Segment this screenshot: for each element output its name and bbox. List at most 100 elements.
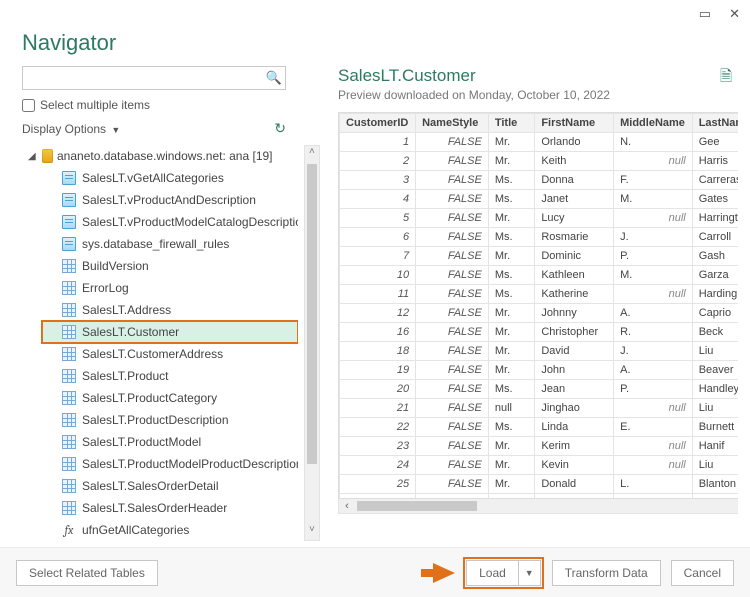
preview-panel: SalesLT.Customer Preview downloaded on M…	[320, 66, 738, 547]
cell: FALSE	[416, 285, 489, 304]
cell: 16	[340, 323, 416, 342]
disclosure-icon[interactable]: ◢	[28, 151, 38, 162]
tree-root-label: ananeto.database.windows.net: ana [19]	[57, 149, 273, 163]
scroll-thumb[interactable]	[307, 164, 317, 464]
tree-item[interactable]: fxufnGetAllCategories	[42, 519, 298, 541]
column-header[interactable]: NameStyle	[416, 114, 489, 133]
table-row[interactable]: 22FALSEMs.LindaE.Burnett	[340, 418, 739, 437]
preview-subtitle: Preview downloaded on Monday, October 10…	[338, 88, 610, 102]
cell: null	[488, 399, 534, 418]
table-row[interactable]: 10FALSEMs.KathleenM.Garza	[340, 266, 739, 285]
table-row[interactable]: 6FALSEMs.RosmarieJ.Carroll	[340, 228, 739, 247]
search-input[interactable]	[22, 66, 286, 90]
window-close-icon[interactable]: ✕	[729, 6, 740, 22]
table-row[interactable]: 19FALSEMr.JohnA.Beaver	[340, 361, 739, 380]
load-button[interactable]: Load	[466, 560, 518, 586]
cell: Donna	[535, 171, 614, 190]
transform-data-button[interactable]: Transform Data	[552, 560, 661, 586]
refresh-icon[interactable]: ↻	[274, 120, 286, 137]
table-row[interactable]: 7FALSEMr.DominicP.Gash	[340, 247, 739, 266]
load-dropdown-button[interactable]: ▼	[518, 560, 541, 586]
add-query-icon[interactable]: 🗎	[720, 66, 732, 91]
tree-item[interactable]: SalesLT.Address	[42, 299, 298, 321]
tree-item[interactable]: ErrorLog	[42, 277, 298, 299]
table-row[interactable]: 24FALSEMr.KevinnullLiu	[340, 456, 739, 475]
column-header[interactable]: FirstName	[535, 114, 614, 133]
column-header[interactable]: MiddleName	[614, 114, 693, 133]
tree-item[interactable]: SalesLT.ProductDescription	[42, 409, 298, 431]
table-row[interactable]: 5FALSEMr.LucynullHarringto	[340, 209, 739, 228]
table-row[interactable]: 2FALSEMr.KeithnullHarris	[340, 152, 739, 171]
table-row[interactable]: 21FALSEnullJinghaonullLiu	[340, 399, 739, 418]
cell: Katherine	[535, 285, 614, 304]
column-header[interactable]: LastName	[692, 114, 738, 133]
tree-item[interactable]: SalesLT.vProductModelCatalogDescription	[42, 211, 298, 233]
cell: Lucy	[535, 209, 614, 228]
cell: Beck	[692, 323, 738, 342]
table-row[interactable]: 20FALSEMs.JeanP.Handley	[340, 380, 739, 399]
cell: M.	[614, 190, 693, 209]
table-row[interactable]: 11FALSEMs.KatherinenullHarding	[340, 285, 739, 304]
cell: FALSE	[416, 171, 489, 190]
grid-horizontal-scrollbar[interactable]: ‹ ›	[338, 499, 738, 514]
tree-item[interactable]: SalesLT.ProductCategory	[42, 387, 298, 409]
cell: FALSE	[416, 228, 489, 247]
scroll-left-icon[interactable]: ‹	[339, 499, 355, 513]
cell: 5	[340, 209, 416, 228]
select-related-tables-button[interactable]: Select Related Tables	[16, 560, 158, 586]
cell: 7	[340, 247, 416, 266]
tree-item[interactable]: SalesLT.ProductModel	[42, 431, 298, 453]
table-row[interactable]: 25FALSEMr.DonaldL.Blanton	[340, 475, 739, 494]
cell: FALSE	[416, 304, 489, 323]
preview-grid[interactable]: CustomerIDNameStyleTitleFirstNameMiddleN…	[338, 112, 738, 499]
cell: FALSE	[416, 399, 489, 418]
cell: Mr.	[488, 437, 534, 456]
cell: Mr.	[488, 342, 534, 361]
tree-item-label: SalesLT.vProductModelCatalogDescription	[82, 215, 298, 229]
display-options-dropdown[interactable]: Display Options ▼	[22, 122, 120, 136]
cell: Donald	[535, 475, 614, 494]
table-row[interactable]: 16FALSEMr.ChristopherR.Beck	[340, 323, 739, 342]
cell: Harris	[692, 152, 738, 171]
table-row[interactable]: 3FALSEMs.DonnaF.Carreras	[340, 171, 739, 190]
cell: F.	[614, 171, 693, 190]
select-multiple-checkbox[interactable]: Select multiple items	[22, 98, 320, 112]
table-row[interactable]: 23FALSEMr.KerimnullHanif	[340, 437, 739, 456]
cell: A.	[614, 361, 693, 380]
cancel-button[interactable]: Cancel	[671, 560, 734, 586]
tree-item[interactable]: SalesLT.vProductAndDescription	[42, 189, 298, 211]
cell: J.	[614, 342, 693, 361]
tree-item[interactable]: SalesLT.vGetAllCategories	[42, 167, 298, 189]
cell: 25	[340, 475, 416, 494]
table-row[interactable]: 12FALSEMr.JohnnyA.Caprio	[340, 304, 739, 323]
table-row[interactable]: 4FALSEMs.JanetM.Gates	[340, 190, 739, 209]
scroll-down-icon[interactable]: ˅	[305, 524, 319, 540]
tree-item[interactable]: SalesLT.SalesOrderDetail	[42, 475, 298, 497]
tree-item[interactable]: SalesLT.Customer	[42, 321, 298, 343]
annotation-highlight: Load ▼	[465, 559, 542, 587]
tree-item[interactable]: SalesLT.SalesOrderHeader	[42, 497, 298, 519]
scroll-up-icon[interactable]: ˄	[305, 146, 319, 162]
column-header[interactable]: Title	[488, 114, 534, 133]
tree-item[interactable]: SalesLT.Product	[42, 365, 298, 387]
window-restore-icon[interactable]: ▭	[699, 6, 711, 22]
tree-item[interactable]: SalesLT.CustomerAddress	[42, 343, 298, 365]
tree-item[interactable]: SalesLT.ProductModelProductDescription	[42, 453, 298, 475]
tree-root-node[interactable]: ◢ ananeto.database.windows.net: ana [19]	[22, 145, 298, 167]
cell: Blanton	[692, 475, 738, 494]
select-multiple-input[interactable]	[22, 99, 35, 112]
cell: Jinghao	[535, 399, 614, 418]
cell: 3	[340, 171, 416, 190]
cell: FALSE	[416, 342, 489, 361]
tree-scrollbar[interactable]: ˄ ˅	[304, 145, 320, 541]
cell: 10	[340, 266, 416, 285]
column-header[interactable]: CustomerID	[340, 114, 416, 133]
search-icon[interactable]: 🔍	[266, 70, 282, 86]
hscroll-thumb[interactable]	[357, 501, 477, 511]
tree-item[interactable]: sys.database_firewall_rules	[42, 233, 298, 255]
table-row[interactable]: 18FALSEMr.DavidJ.Liu	[340, 342, 739, 361]
tree-item[interactable]: BuildVersion	[42, 255, 298, 277]
cell: Caprio	[692, 304, 738, 323]
table-row[interactable]: 1FALSEMr.OrlandoN.Gee	[340, 133, 739, 152]
cell: FALSE	[416, 380, 489, 399]
